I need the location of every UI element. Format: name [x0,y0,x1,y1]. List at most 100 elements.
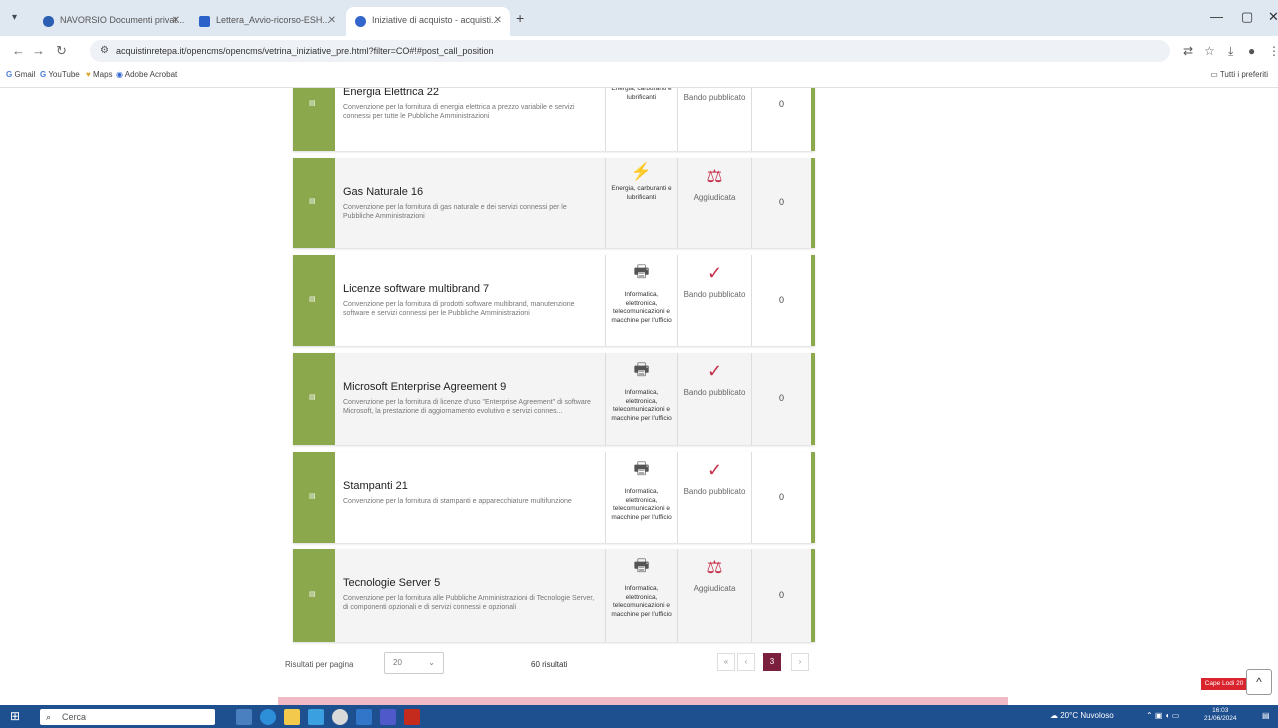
close-icon[interactable]: ✕ [494,7,502,34]
tray-icons[interactable]: ⌃ ▣ ◖ ▭ [1146,711,1179,720]
bookmarks-bar: G Gmail G YouTube ♥ Maps ◉ Adobe Acrobat… [0,66,1278,88]
card-status: ✓ Bando pubblicato [677,353,751,445]
category-label: Informatica, elettronica, telecomunicazi… [611,488,672,521]
close-icon[interactable]: ✕ [328,7,336,34]
printer-icon: 🖶 [633,459,650,478]
card-description: Convenzione per la fornitura di prodotti… [343,301,575,317]
status-label: Aggiudicata [693,584,736,593]
card-accent-bar: ▤ [293,88,335,151]
initiative-card[interactable]: ▤ Microsoft Enterprise Agreement 9 Convenz… [293,353,815,445]
minimize-icon[interactable]: — [1210,9,1223,24]
card-accent-bar: ▤ [293,353,335,445]
back-icon[interactable]: ← [12,43,25,58]
first-page-button[interactable]: « [717,653,735,671]
bookmark-maps[interactable]: ♥ Maps [86,70,113,79]
doc-icon: ▤ [309,198,316,205]
close-icon[interactable]: ✕ [172,7,180,34]
file-explorer-icon[interactable] [284,709,300,725]
count-value: 0 [778,197,784,207]
status-label: Aggiudicata [693,193,736,202]
per-page-value: 20 [393,658,402,667]
card-accent-bar: ▤ [293,452,335,543]
next-page-button[interactable]: › [791,653,809,671]
page-content: ▤ Energia Elettrica 22 Convenzione per la … [0,88,1278,695]
card-title[interactable]: Stampanti 21 [343,480,597,492]
card-title[interactable]: Microsoft Enterprise Agreement 9 [343,381,597,393]
card-description: Convenzione per la fornitura di energia … [343,104,575,120]
initiative-card[interactable]: ▤ Tecnologie Server 5 Convenzione per la f… [293,549,815,642]
translate-icon[interactable]: ⇄ [1183,44,1193,58]
gavel-icon: ⚖ [706,166,723,186]
bookmark-gmail[interactable]: G Gmail [6,70,35,79]
site-icon [355,16,366,27]
task-view-icon[interactable] [236,709,252,725]
acrobat-icon[interactable] [404,709,420,725]
address-bar[interactable]: ⚙ acquistinretepa.it/opencms/opencms/vet… [90,40,1170,62]
current-page-button[interactable]: 3 [763,653,781,671]
chrome-icon[interactable] [332,709,348,725]
prev-page-button[interactable]: ‹ [737,653,755,671]
folder-icon: ▭ [1210,70,1218,79]
bookmark-youtube[interactable]: G YouTube [40,70,80,79]
maximize-icon[interactable]: ▢ [1241,9,1253,25]
weather-widget[interactable]: ☁ 20°C Nuvoloso [1050,711,1114,720]
gavel-icon: ⚖ [706,557,723,577]
outlook-icon[interactable] [356,709,372,725]
star-icon[interactable]: ☆ [1204,44,1215,58]
doc-icon: ▤ [309,99,316,107]
map-pin-icon: ♥ [86,70,91,79]
browser-tab-1[interactable]: NAVORSIO Documenti privat... ✕ [34,7,188,36]
card-main: Licenze software multibrand 7 Convenzione… [335,255,605,346]
tab-list-icon[interactable]: ▾ [12,12,17,23]
card-title[interactable]: Gas Naturale 16 [343,186,597,198]
check-icon: ✓ [706,263,723,283]
all-bookmarks[interactable]: ▭ Tutti i preferiti [1210,70,1268,79]
clock[interactable]: 16:03 21/06/2024 [1204,707,1237,723]
card-main: Microsoft Enterprise Agreement 9 Convenzi… [335,353,605,445]
bookmark-acrobat[interactable]: ◉ Adobe Acrobat [116,70,177,79]
status-label: Bando pubblicato [683,388,746,397]
date-text: 21/06/2024 [1204,715,1237,722]
teams-icon[interactable] [380,709,396,725]
initiative-card[interactable]: ▤ Gas Naturale 16 Convenzione per la forni… [293,158,815,248]
card-title[interactable]: Licenze software multibrand 7 [343,283,597,295]
site-info-icon[interactable]: ⚙ [100,40,109,62]
bookmark-label: Tutti i preferiti [1219,70,1268,79]
tab-title: Iniziative di acquisto - acquisti... [372,15,499,25]
card-count: 0 [751,255,811,346]
count-value: 0 [778,491,784,502]
card-status: ✓Bando pubblicato [677,88,751,151]
card-main: Energia Elettrica 22 Convenzione per la f… [335,88,605,151]
cloud-icon: ☁ [1050,711,1058,720]
menu-icon[interactable]: ⋮ [1268,44,1278,58]
card-title[interactable]: Tecnologie Server 5 [343,577,597,589]
initiative-card[interactable]: ▤ Stampanti 21 Convenzione per la fornitur… [293,452,815,543]
store-icon[interactable] [308,709,324,725]
reload-icon[interactable]: ↻ [56,43,67,59]
google-icon: G [40,70,47,79]
initiative-card[interactable]: ▤ Energia Elettrica 22 Convenzione per la … [293,88,815,151]
edge-icon[interactable] [260,709,276,725]
search-icon: ⌕ [46,712,52,722]
per-page-select[interactable]: 20 ⌄ [384,652,444,674]
download-icon[interactable]: ⤓ [1228,44,1233,59]
card-main: Stampanti 21 Convenzione per la fornitura… [335,452,605,543]
forward-icon[interactable]: → [32,43,45,58]
initiative-card[interactable]: ▤ Licenze software multibrand 7 Convenzion… [293,255,815,346]
check-icon: ✓ [706,361,723,381]
profile-icon[interactable]: ● [1248,44,1255,58]
back-to-top-button[interactable]: ^ [1246,669,1272,695]
notifications-icon[interactable]: ▤ [1262,711,1270,720]
printer-icon: 🖶 [633,360,650,379]
taskbar-search[interactable]: ⌕ Cerca [40,709,215,725]
windows-start-icon[interactable]: ⊞ [10,709,20,723]
browser-tab-2[interactable]: Lettera_Avvio-ricorso-ESH... ✕ [190,7,344,36]
card-title[interactable]: Energia Elettrica 22 [343,88,597,98]
count-value: 0 [778,294,784,305]
browser-tab-3[interactable]: Iniziative di acquisto - acquisti... ✕ [346,7,510,36]
new-tab-icon[interactable]: + [516,10,524,26]
card-status: ✓Bando pubblicato [677,255,751,346]
floating-badge[interactable]: Cape Lodi 20 [1201,678,1247,690]
card-category: 🖶 Informatica, elettronica, telecomunicaz… [605,255,677,346]
close-window-icon[interactable]: ✕ [1268,9,1278,25]
